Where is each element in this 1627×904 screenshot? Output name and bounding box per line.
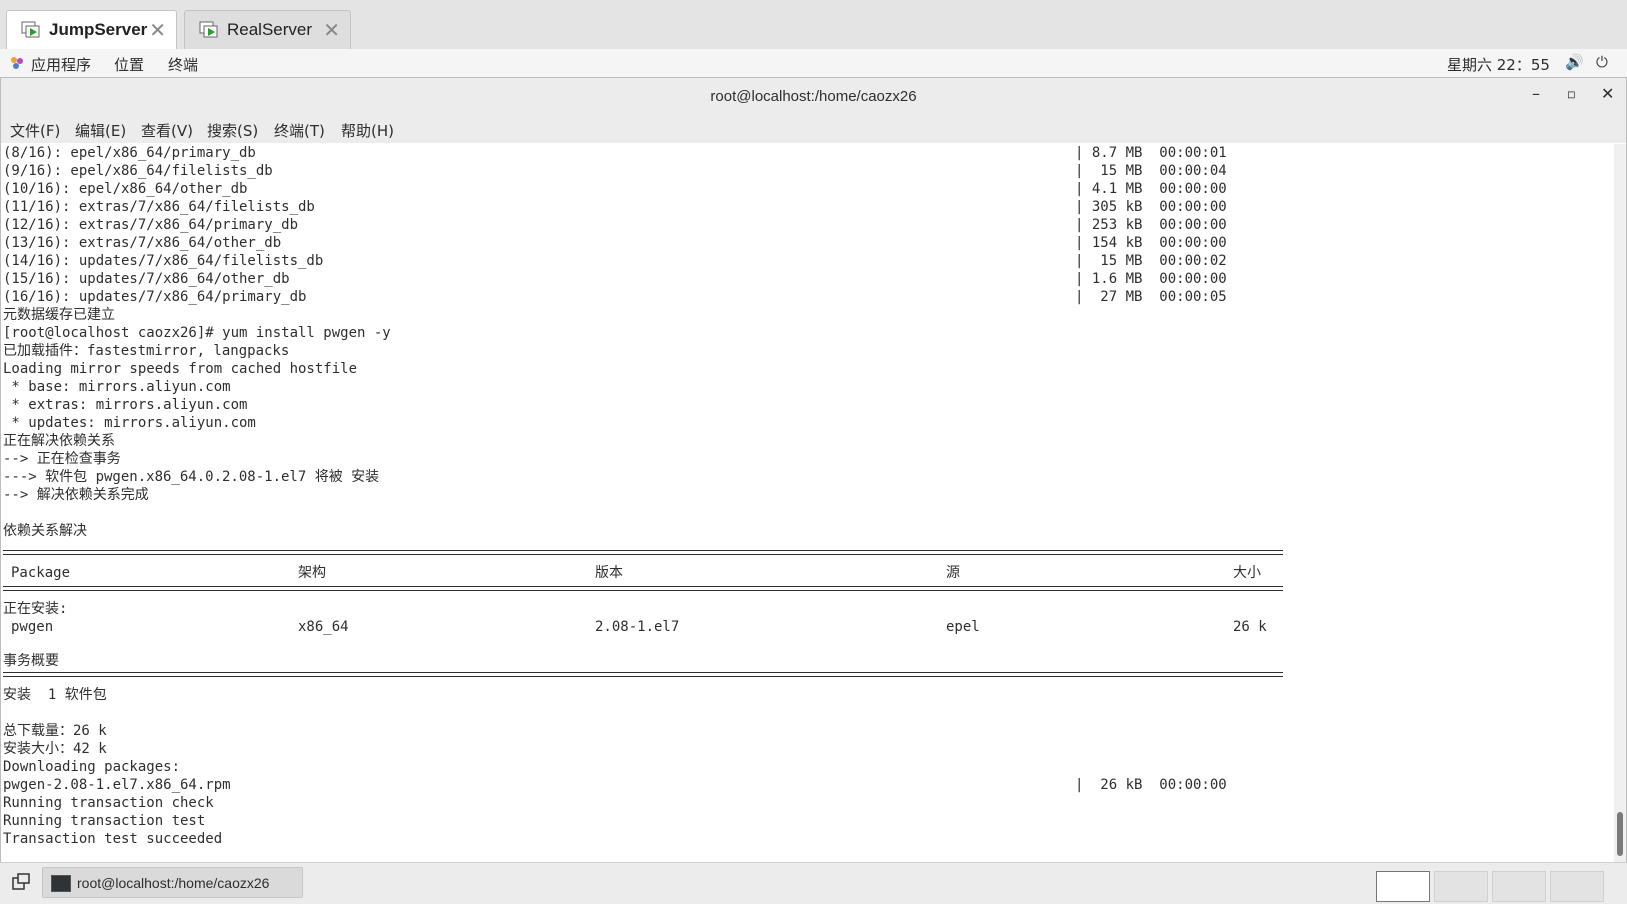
download-stat: | 26 kB 00:00:00 <box>1075 777 1227 793</box>
workspace-3[interactable] <box>1492 871 1546 902</box>
output-line: (16/16): updates/7/x86_64/primary_db <box>3 289 307 305</box>
output-line: * extras: mirrors.aliyun.com <box>3 397 248 413</box>
output-line: 正在安装: <box>3 601 68 617</box>
menu-file[interactable]: 文件(F) <box>10 120 60 141</box>
download-stat: | 4.1 MB 00:00:00 <box>1075 181 1227 197</box>
output-line: * updates: mirrors.aliyun.com <box>3 415 256 431</box>
menu-places[interactable]: 位置 <box>114 54 144 75</box>
power-icon[interactable]: ⏻ <box>1596 53 1608 71</box>
task-label: root@localhost:/home/caozx26 <box>77 875 270 891</box>
output-line: (10/16): epel/x86_64/other_db <box>3 181 248 197</box>
output-line: Running transaction check <box>3 795 214 811</box>
terminal-scrollbar[interactable] <box>1614 144 1626 862</box>
window-title: root@localhost:/home/caozx26 <box>710 88 917 105</box>
scrollbar-thumb[interactable] <box>1617 812 1623 856</box>
output-line: (14/16): updates/7/x86_64/filelists_db <box>3 253 324 269</box>
workspace-1[interactable] <box>1376 871 1430 902</box>
menu-search[interactable]: 搜索(S) <box>207 120 258 141</box>
volume-icon[interactable]: 🔊 <box>1565 53 1584 71</box>
download-stat: | 305 kB 00:00:00 <box>1075 199 1227 215</box>
vm-tab-label: JumpServer <box>49 20 148 39</box>
table-cell: 2.08-1.el7 <box>595 619 680 635</box>
menu-edit[interactable]: 编辑(E) <box>75 120 126 141</box>
column-header-repo: 源 <box>946 565 960 581</box>
download-stat: | 253 kB 00:00:00 <box>1075 217 1227 233</box>
workspace-4[interactable] <box>1550 871 1604 902</box>
bottom-panel: root@localhost:/home/caozx26 <box>0 862 1627 904</box>
download-stat: | 15 MB 00:00:04 <box>1075 163 1227 179</box>
output-line: 元数据缓存已建立 <box>3 307 115 323</box>
download-stat: | 1.6 MB 00:00:00 <box>1075 271 1227 287</box>
output-line: 依赖关系解决 <box>3 523 87 539</box>
table-cell: x86_64 <box>298 619 349 635</box>
applications-icon <box>11 57 23 69</box>
vm-console-icon <box>199 21 218 38</box>
vm-tab-jumpserver[interactable]: JumpServer ✕ <box>6 10 177 49</box>
download-stat: | 15 MB 00:00:02 <box>1075 253 1227 269</box>
close-icon[interactable]: ✕ <box>149 18 166 42</box>
taskbar-terminal-button[interactable]: root@localhost:/home/caozx26 <box>42 867 303 898</box>
output-line: (12/16): extras/7/x86_64/primary_db <box>3 217 299 233</box>
output-line: (8/16): epel/x86_64/primary_db <box>3 145 256 161</box>
download-stat: | 154 kB 00:00:00 <box>1075 235 1227 251</box>
menu-help[interactable]: 帮助(H) <box>341 120 394 141</box>
close-icon[interactable]: ✕ <box>1601 84 1614 103</box>
terminal-menubar: 文件(F) 编辑(E) 查看(V) 搜索(S) 终端(T) 帮助(H) <box>1 115 1626 143</box>
column-header-arch: 架构 <box>298 565 326 581</box>
menu-terminal[interactable]: 终端 <box>168 54 198 75</box>
menu-applications[interactable]: 应用程序 <box>31 54 91 75</box>
download-stat: | 8.7 MB 00:00:01 <box>1075 145 1227 161</box>
download-stat: | 27 MB 00:00:05 <box>1075 289 1227 305</box>
column-header-package: Package <box>11 565 71 581</box>
vm-tab-label: RealServer <box>227 20 313 39</box>
clock[interactable]: 星期六 22：55 <box>1447 54 1550 75</box>
close-icon[interactable]: ✕ <box>323 18 340 42</box>
output-line: 安装大小：42 k <box>3 741 107 757</box>
table-rule <box>3 586 1283 591</box>
command-line: [root@localhost caozx26]# yum install pw… <box>3 325 391 341</box>
terminal-output[interactable]: (8/16): epel/x86_64/primary_db (9/16): e… <box>1 144 1614 862</box>
table-cell: pwgen <box>11 619 54 635</box>
output-line: 总下载量：26 k <box>3 723 107 739</box>
table-cell: 26 k <box>1233 619 1267 635</box>
output-line: (9/16): epel/x86_64/filelists_db <box>3 163 273 179</box>
vm-tab-strip: JumpServer ✕ RealServer ✕ <box>0 0 1627 50</box>
output-line: 安装 1 软件包 <box>3 687 107 703</box>
minimize-icon[interactable]: – <box>1532 84 1540 103</box>
output-line: --> 解决依赖关系完成 <box>3 487 149 503</box>
output-line: --> 正在检查事务 <box>3 451 121 467</box>
output-line: pwgen-2.08-1.el7.x86_64.rpm <box>3 777 231 793</box>
gnome-top-bar: 应用程序 位置 终端 星期六 22：55 🔊 ⏻ <box>0 49 1627 78</box>
output-line: (15/16): updates/7/x86_64/other_db <box>3 271 290 287</box>
vm-tab-realserver[interactable]: RealServer ✕ <box>184 10 351 49</box>
output-line: * base: mirrors.aliyun.com <box>3 379 231 395</box>
output-line: 正在解决依赖关系 <box>3 433 115 449</box>
table-rule <box>3 550 1283 555</box>
vm-console-icon <box>21 21 40 38</box>
window-titlebar[interactable]: root@localhost:/home/caozx26 – ◽ ✕ <box>1 78 1626 116</box>
output-line: Transaction test succeeded <box>3 831 223 847</box>
terminal-window: root@localhost:/home/caozx26 – ◽ ✕ 文件(F)… <box>0 77 1627 862</box>
output-line: (13/16): extras/7/x86_64/other_db <box>3 235 282 251</box>
output-line: (11/16): extras/7/x86_64/filelists_db <box>3 199 315 215</box>
table-rule <box>3 672 1283 677</box>
column-header-version: 版本 <box>595 565 623 581</box>
menu-view[interactable]: 查看(V) <box>141 120 193 141</box>
output-line: Running transaction test <box>3 813 206 829</box>
menu-terminal[interactable]: 终端(T) <box>274 120 325 141</box>
output-line: 事务概要 <box>3 653 59 669</box>
workspace-2[interactable] <box>1434 871 1488 902</box>
output-line: ---> 软件包 pwgen.x86_64.0.2.08-1.el7 将被 安装 <box>3 469 380 485</box>
output-line: Loading mirror speeds from cached hostfi… <box>3 361 358 377</box>
column-header-size: 大小 <box>1233 565 1261 581</box>
maximize-icon[interactable]: ◽ <box>1567 87 1576 101</box>
output-line: 已加载插件：fastestmirror, langpacks <box>3 343 290 359</box>
output-line: Downloading packages: <box>3 759 181 775</box>
terminal-icon <box>51 875 71 892</box>
show-desktop-icon[interactable] <box>12 873 30 891</box>
table-cell: epel <box>946 619 980 635</box>
